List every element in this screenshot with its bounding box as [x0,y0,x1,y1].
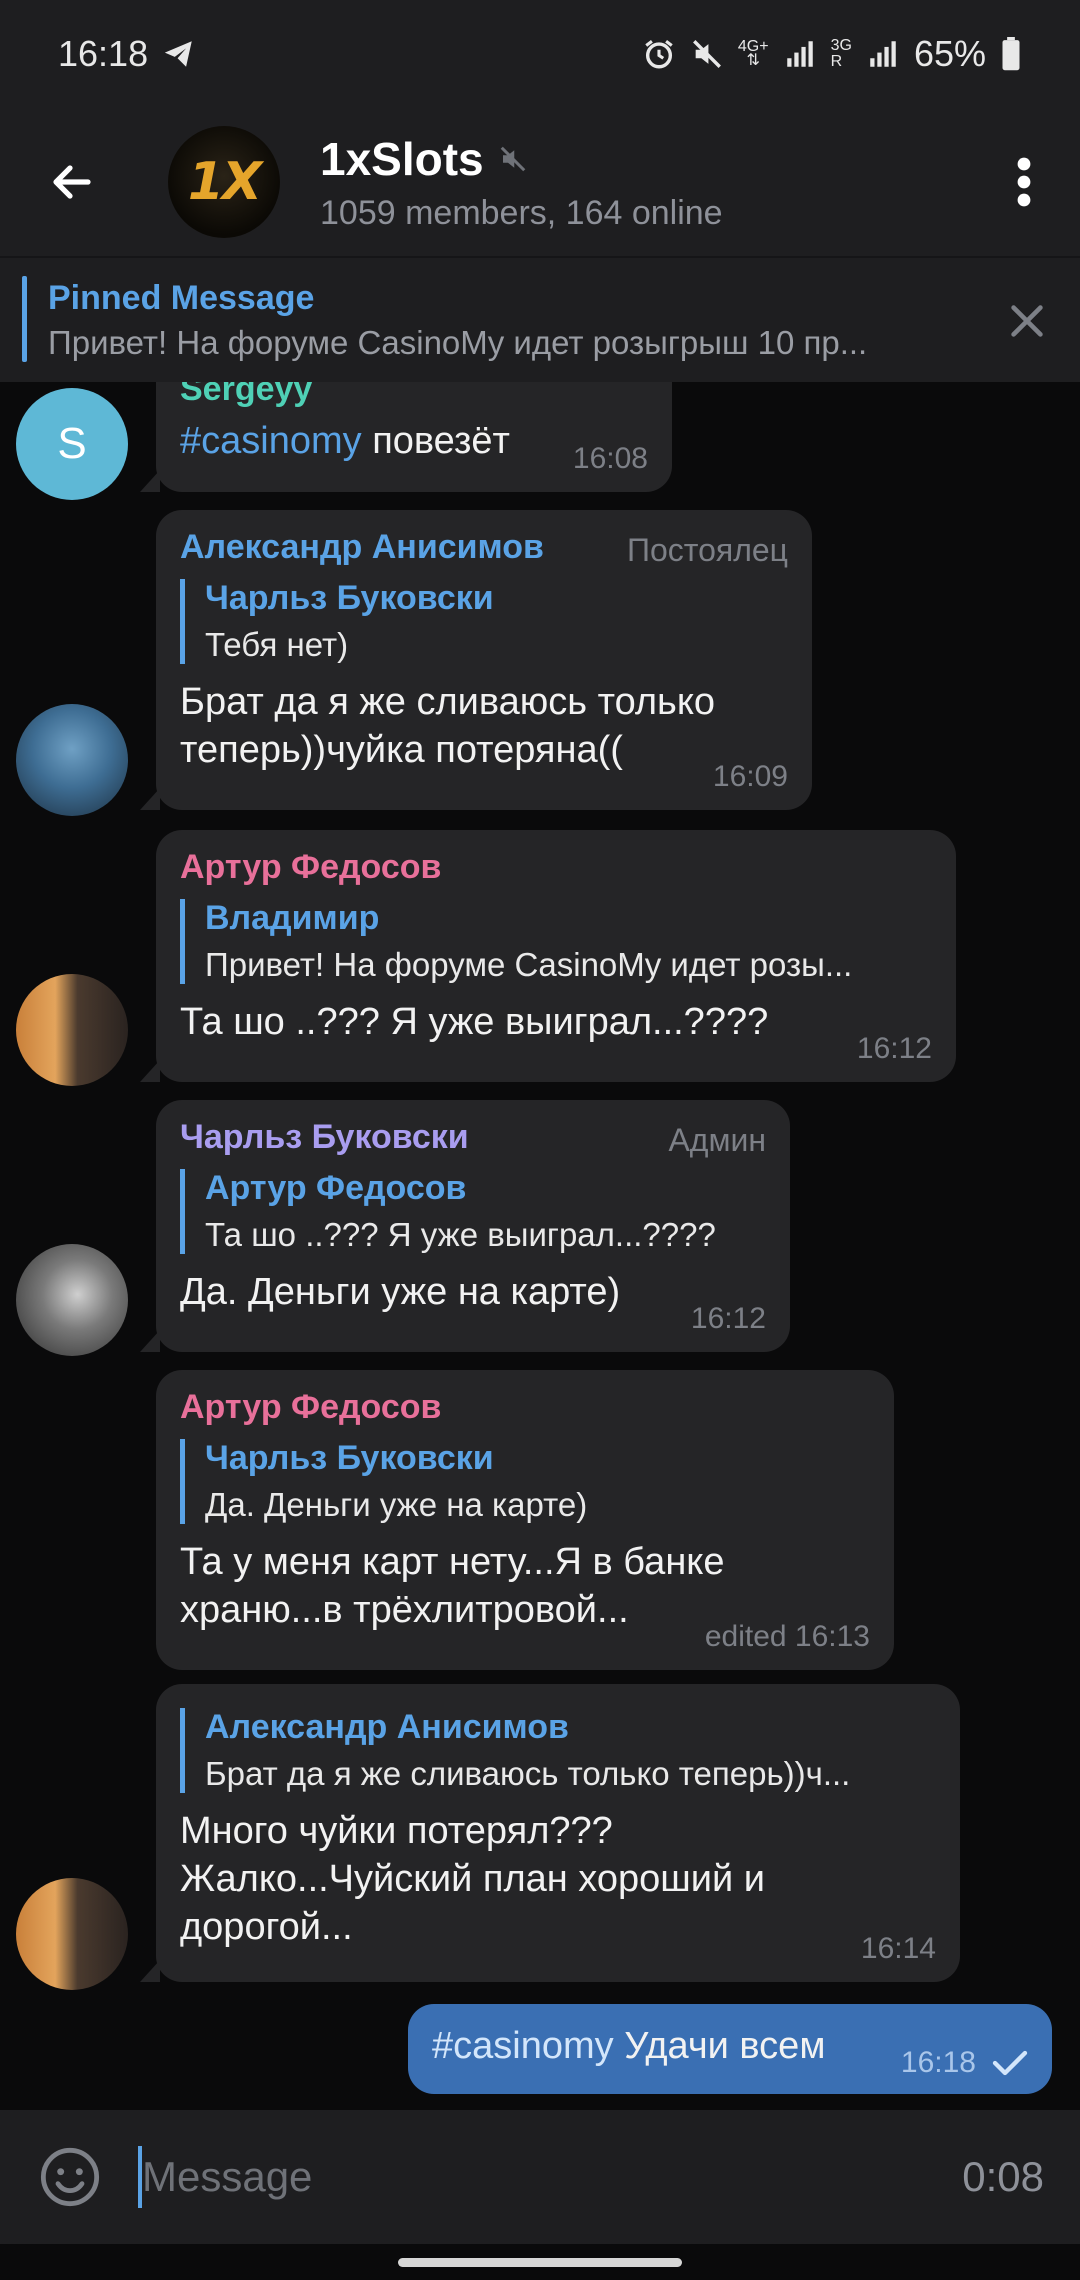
mute-icon [692,40,721,68]
message-time: 16:14 [860,1932,936,1965]
message-bubble[interactable]: Александр Анисимов Постоялец Чарльз Буко… [140,510,812,810]
member-role-badge: Админ [668,1122,766,1158]
message-time: 16:12 [690,1302,766,1335]
reply-author: Артур Федосов [205,1169,467,1207]
member-role-badge: Постоялец [626,532,788,568]
bubble-tail [140,788,160,810]
reply-author: Александр Анисимов [205,1708,569,1746]
message-text: Много чуйки потерял??? Жалко...Чуйский п… [180,1810,765,1948]
bubble-tail [140,1330,160,1352]
chat-avatar[interactable]: 1X [168,126,280,238]
home-gesture-pill[interactable] [398,2258,682,2267]
reply-quote[interactable]: Чарльз Буковски Тебя нет) [180,579,788,664]
status-time: 16:18 [58,33,149,74]
reply-quote[interactable]: Александр Анисимов Брат да я же сливаюсь… [180,1708,936,1793]
reply-text: Привет! На форуме CasinoMy идет розы... [205,946,853,983]
pinned-text: Привет! На форуме CasinoMy идет розыгрыш… [48,323,868,361]
message-sender[interactable]: Sergeyy [180,382,648,409]
reply-text: Та шо ..??? Я уже выиграл...???? [205,1216,716,1253]
bubble-tail [140,1960,160,1982]
chat-title-block[interactable]: 1xSlots 1059 members, 164 online [320,132,723,233]
muted-speaker-icon [500,146,525,171]
chat-title: 1xSlots [320,132,484,185]
reply-quote[interactable]: Владимир Привет! На форуме CasinoMy идет… [180,899,932,984]
back-button[interactable] [36,146,108,218]
reply-quote[interactable]: Чарльз Буковски Да. Деньги уже на карте) [180,1439,870,1524]
signal-icon [870,41,896,67]
message-time: edited 16:13 [704,1620,870,1653]
message-text: Брат да я же сливаюсь только теперь))чуй… [180,681,716,771]
bubble-tail [140,470,160,492]
chat-subtitle: 1059 members, 164 online [320,193,723,232]
network-4g-label: 4G+ ⇅ [737,38,769,69]
message-text: Та шо ..??? Я уже выиграл...???? [180,1001,769,1043]
reply-author: Владимир [205,899,380,937]
alarm-icon [645,40,673,69]
message-list[interactable]: S Sergeyy #casinomy повезёт 16:08 Алекса… [0,382,1080,2110]
kebab-menu-icon [1017,157,1031,207]
bubble-tail [140,1060,160,1082]
avatar-letter: S [57,419,87,468]
message-bubble[interactable]: Sergeyy #casinomy повезёт 16:08 [140,382,672,492]
network-3g-label: 3G R [830,37,852,70]
battery-percent: 65% [913,33,986,74]
avatar[interactable] [16,974,128,1086]
emoji-icon[interactable] [38,2145,102,2209]
message-body: повезёт [361,420,510,462]
message-bubble[interactable]: Чарльз Буковски Админ Артур Федосов Та ш… [140,1100,790,1352]
reply-quote[interactable]: Артур Федосов Та шо ..??? Я уже выиграл.… [180,1169,766,1254]
message-bubble[interactable]: Александр Анисимов Брат да я же сливаюсь… [140,1684,960,1982]
message-time: 16:12 [856,1032,932,1065]
pinned-accent-bar [22,276,27,362]
hashtag-link[interactable]: #casinomy [432,2025,614,2067]
avatar[interactable] [16,1878,128,1990]
reply-text: Брат да я же сливаюсь только теперь))ч..… [205,1755,851,1792]
message-body: Удачи всем [613,2025,826,2067]
chat-header: 1X 1xSlots 1059 members, 164 online [0,108,1080,256]
arrow-left-icon [53,165,91,199]
telegram-icon [164,41,192,67]
message-bubble[interactable]: Артур Федосов Владимир Привет! На форуме… [140,830,956,1082]
reply-text: Тебя нет) [205,626,349,663]
message-time: 16:18 [900,2046,976,2079]
signal-icon [786,41,813,67]
reply-author: Чарльз Буковски [205,1439,494,1477]
navigation-bar [0,2244,1080,2280]
hashtag-link[interactable]: #casinomy [180,420,362,462]
close-icon[interactable] [1004,298,1050,344]
reply-text: Да. Деньги уже на карте) [205,1486,588,1523]
pinned-message-bar[interactable]: Pinned Message Привет! На форуме CasinoM… [0,256,1080,382]
avatar-logo-text: 1X [187,152,262,212]
avatar[interactable] [16,704,128,816]
status-bar: 16:18 4G+ ⇅ 3G R 65% [0,0,1080,108]
message-bubble[interactable]: Артур Федосов Чарльз Буковски Да. Деньги… [156,1370,894,1670]
avatar[interactable]: S [16,388,128,500]
sent-check-icon [992,2050,1028,2076]
message-time: 16:08 [572,442,648,475]
reply-author: Чарльз Буковски [205,579,494,617]
message-text: Да. Деньги уже на карте) [180,1271,621,1313]
avatar[interactable] [16,1244,128,1356]
message-time: 16:09 [712,760,788,793]
message-sender[interactable]: Артур Федосов [180,1388,870,1427]
outgoing-message-bubble[interactable]: #casinomy Удачи всем 16:18 [408,2004,1052,2094]
pinned-title: Pinned Message [48,278,315,317]
battery-icon [1002,37,1020,71]
recording-timer: 0:08 [962,2153,1044,2200]
message-input[interactable] [142,2153,842,2201]
message-composer: 0:08 [0,2110,1080,2244]
message-sender[interactable]: Артур Федосов [180,848,932,887]
more-options-button[interactable] [1004,146,1044,218]
